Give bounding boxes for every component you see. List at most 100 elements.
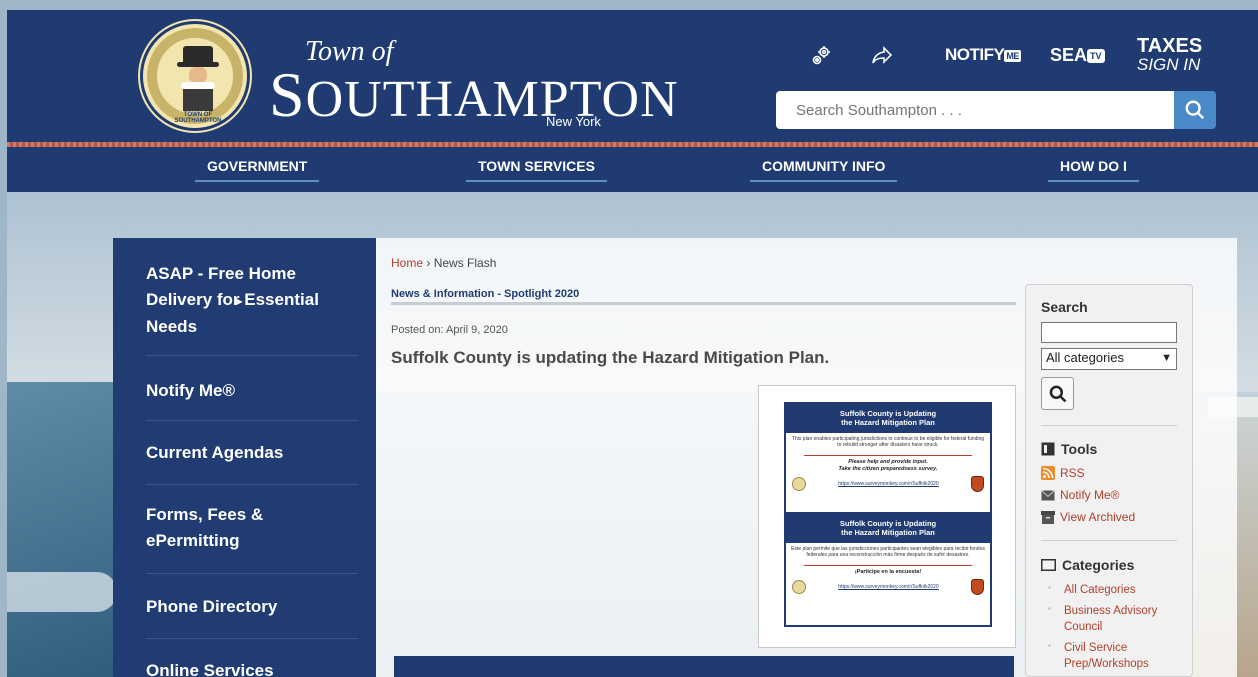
article-title: Suffolk County is updating the Hazard Mi…: [391, 348, 830, 367]
ocean-waves: [7, 382, 127, 677]
sidebar-divider: [146, 355, 358, 356]
rss-link[interactable]: RSS: [1041, 466, 1085, 480]
flyer-body-text: This plan enables participating jurisdic…: [791, 435, 985, 449]
panel-divider: [1041, 540, 1177, 541]
sidebar-item-forms-fees[interactable]: Forms, Fees & ePermitting: [113, 496, 376, 560]
breadcrumb-home-link[interactable]: Home: [391, 256, 423, 270]
county-badge-icon: [970, 578, 984, 595]
county-badge-icon: [970, 476, 984, 493]
nav-community-info[interactable]: COMMUNITY INFO: [749, 158, 898, 182]
breadcrumb-separator: ›: [423, 256, 434, 270]
town-seal-icon: [792, 579, 806, 594]
sign-in-label: SIGN IN: [1137, 55, 1201, 74]
sidebar-divider: [146, 484, 358, 485]
category-civil-service[interactable]: Civil Service Prep/Workshops: [1048, 641, 1178, 672]
flyer-footer: https://www.surveymonkey.com/r/Suffolk20…: [786, 576, 990, 598]
search-icon: [1049, 385, 1066, 402]
search-label: Search: [1041, 299, 1088, 315]
flyer-english: Suffolk County is Updating the Hazard Mi…: [784, 402, 992, 514]
article-image[interactable]: Suffolk County is Updating the Hazard Mi…: [758, 385, 1016, 648]
sidebar-item-phone-directory[interactable]: Phone Directory: [113, 587, 376, 627]
nav-town-services[interactable]: TOWN SERVICES: [466, 158, 607, 182]
notify-me-badge: ME: [1004, 49, 1021, 62]
flyer-heading-line: the Hazard Mitigation Plan: [841, 418, 935, 428]
flyer-heading-line: Suffolk County is Updating: [839, 519, 937, 528]
site-header: TOWN OF SOUTHAMPTON Town of SOUTHAMPTON …: [7, 10, 1258, 147]
news-search-button[interactable]: [1041, 377, 1074, 410]
logo-initial: S: [269, 59, 306, 130]
town-seal-icon: [792, 477, 806, 492]
survey-link: https://www.surveymonkey.com/r/Suffolk20…: [838, 481, 939, 488]
flyer-footer: https://www.surveymonkey.com/r/Suffolk20…: [786, 473, 990, 495]
flyer-heading: Suffolk County is Updating the Hazard Mi…: [786, 514, 990, 543]
categories-label: Categories: [1062, 557, 1135, 573]
submenu-arrow-icon[interactable]: ►: [234, 296, 245, 308]
flyer-cta-line: Please help and provide input.: [848, 458, 928, 465]
flyer-cta-line: Take the citizen preparedness survey.: [838, 465, 938, 472]
sidebar-divider: [146, 638, 358, 639]
main-content: Home › News Flash News & Information - S…: [376, 238, 1237, 677]
panel-divider: [1041, 425, 1177, 426]
category-select[interactable]: All categories ▼: [1041, 348, 1177, 370]
seal-text: TOWN OF SOUTHAMPTON: [174, 112, 222, 124]
view-archived-link[interactable]: View Archived: [1041, 510, 1135, 524]
sea-tv-link[interactable]: SEA TV: [1050, 45, 1105, 66]
flyer-cta: Please help and provide input. Take the …: [786, 459, 990, 473]
share-arrow-icon[interactable]: [869, 42, 895, 68]
archive-box-icon: [1041, 510, 1055, 524]
tools-label: Tools: [1061, 441, 1098, 457]
flyer-heading-line: the Hazard Mitigation Plan: [841, 528, 935, 538]
main-nav: GOVERNMENT TOWN SERVICES COMMUNITY INFO …: [7, 147, 1258, 192]
section-title: News & Information - Spotlight 2020: [391, 288, 580, 300]
chevron-down-icon: ▼: [1161, 352, 1172, 364]
flyer-spanish: Suffolk County is Updating the Hazard Mi…: [784, 514, 992, 627]
right-panel: Search All categories ▼ Tools RSS Notify…: [1025, 284, 1193, 677]
category-business-advisory[interactable]: Business Advisory Council: [1048, 604, 1178, 635]
rss-label: RSS: [1060, 466, 1085, 480]
breadcrumb-current: News Flash: [433, 256, 497, 270]
category-select-value: All categories: [1046, 350, 1125, 365]
flyer-divider: [804, 564, 972, 566]
town-seal-logo[interactable]: TOWN OF SOUTHAMPTON: [140, 21, 250, 131]
category-all[interactable]: All Categories: [1048, 583, 1178, 599]
sidebar-item-current-agendas[interactable]: Current Agendas: [113, 433, 376, 473]
gear-translate-icon[interactable]: [809, 42, 835, 68]
section-divider: [391, 302, 1016, 305]
logo-southampton[interactable]: SOUTHAMPTON: [269, 58, 679, 132]
folder-icon: [1041, 559, 1056, 571]
site-search-input[interactable]: [776, 91, 1175, 129]
news-search-input[interactable]: [1041, 322, 1177, 343]
rss-icon: [1041, 466, 1055, 480]
flyer-cta: ¡Participe en la encuesta!: [854, 568, 922, 575]
nav-how-do-i[interactable]: HOW DO I: [1048, 158, 1139, 182]
content-banner: [394, 656, 1014, 677]
notify-me-label: Notify Me®: [1060, 488, 1120, 502]
flyer-heading-line: Suffolk County is Updating: [839, 409, 937, 418]
sidebar-item-notify-me[interactable]: Notify Me®: [113, 371, 376, 411]
pilgrim-figure: [177, 46, 219, 111]
nav-government[interactable]: GOVERNMENT: [194, 158, 320, 182]
notify-label: NOTIFY: [945, 45, 1005, 64]
sidebar-item-label: Forms, Fees & ePermitting: [146, 504, 264, 550]
tv-badge: TV: [1087, 49, 1105, 64]
flyer-heading: Suffolk County is Updating the Hazard Mi…: [786, 404, 990, 433]
taxes-sign-in-link[interactable]: TAXES SIGN IN: [1137, 36, 1202, 73]
view-archived-label: View Archived: [1060, 510, 1136, 524]
notify-me-sidebar-link[interactable]: Notify Me®: [1041, 488, 1120, 502]
sidebar-divider: [146, 420, 358, 421]
taxes-label: TAXES: [1137, 35, 1203, 57]
wave-foam: [7, 572, 117, 612]
notify-me-link[interactable]: NOTIFY ME: [945, 45, 1021, 65]
tools-heading: Tools: [1041, 441, 1097, 457]
posted-date: Posted on: April 9, 2020: [391, 324, 508, 336]
logo-new-york: New York: [546, 114, 601, 129]
sidebar-item-label: Phone Directory: [146, 596, 278, 616]
sidebar-item-label: Notify Me®: [146, 380, 236, 400]
sea-label: SEA: [1050, 45, 1088, 65]
search-icon: [1185, 100, 1205, 120]
sidebar-item-online-services[interactable]: Online Services: [113, 656, 376, 677]
categories-heading: Categories: [1041, 557, 1134, 573]
flyer-body-text: Este plan permite que las jurisdicciones…: [791, 545, 985, 559]
site-search-button[interactable]: [1174, 91, 1216, 129]
flyer-divider: [804, 454, 972, 456]
